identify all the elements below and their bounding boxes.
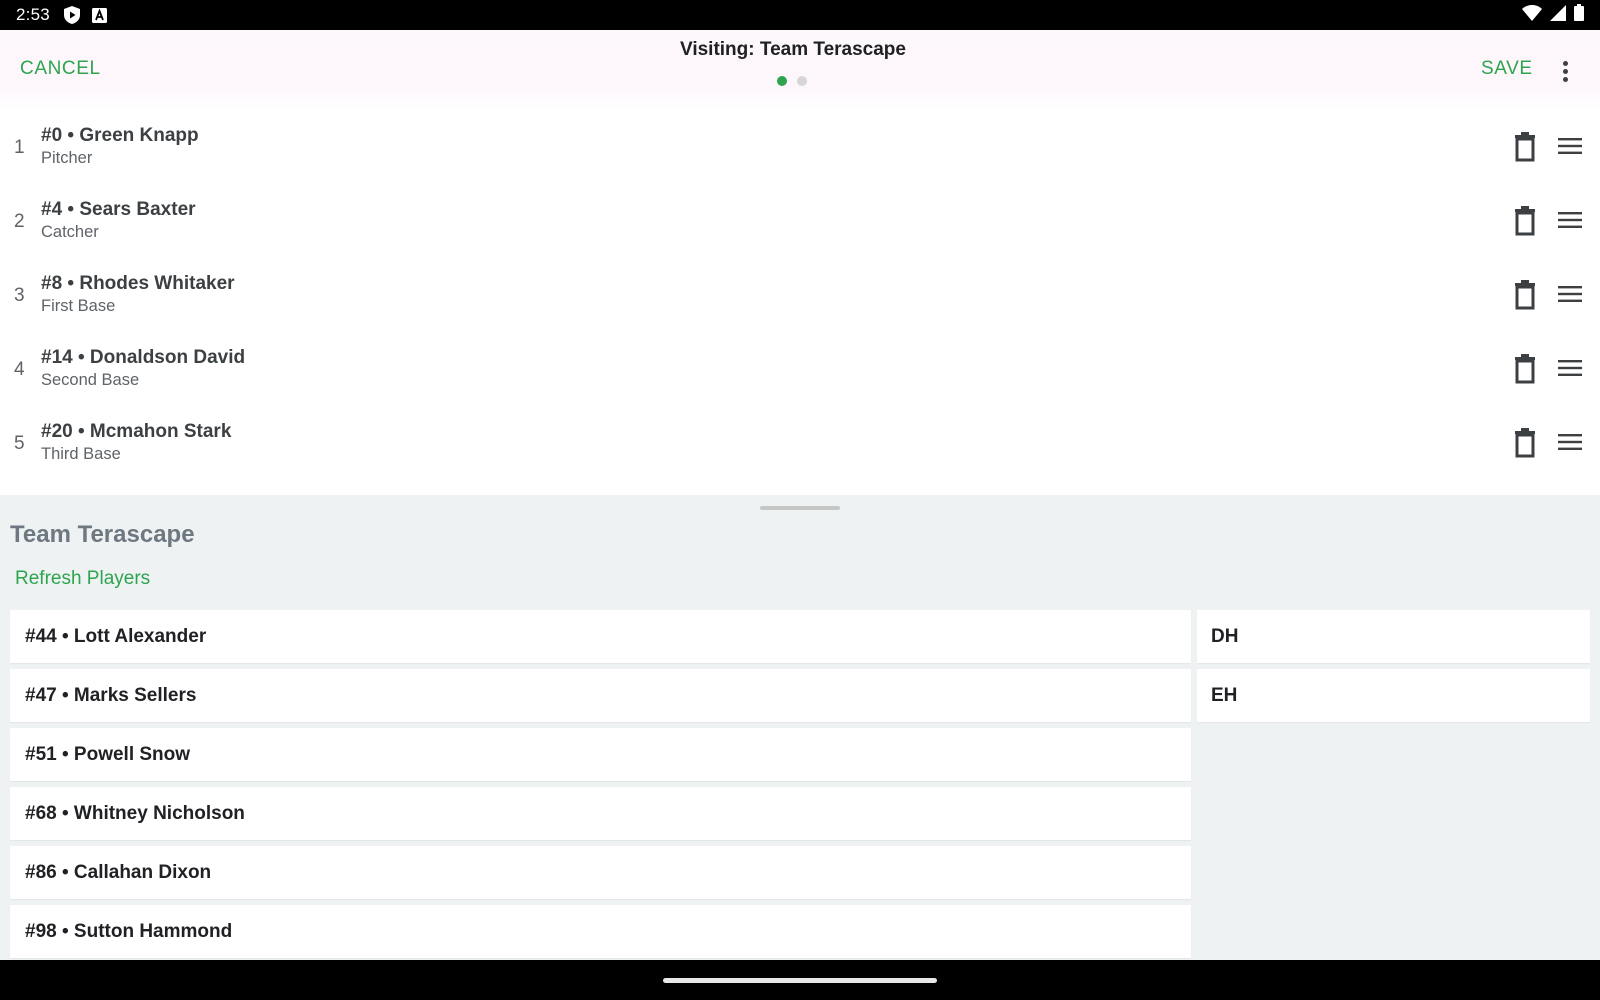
player-position: Pitcher — [41, 149, 93, 167]
player-name: #20 • Mcmahon Stark — [41, 421, 232, 442]
cancel-button[interactable]: CANCEL — [20, 58, 101, 80]
signal-icon — [1550, 4, 1566, 26]
status-bar: 2:53 — [0, 0, 1600, 30]
battery-icon — [1574, 4, 1584, 26]
shield-play-icon — [63, 6, 80, 24]
drag-handle-icon[interactable] — [1557, 430, 1583, 454]
player-position: Second Base — [41, 371, 140, 389]
lineup-row[interactable]: 4 #14 • Donaldson David Second Base — [0, 332, 1600, 406]
top-app-bar: CANCEL Visiting: Team Terascape SAVE — [0, 30, 1600, 110]
trash-icon[interactable] — [1512, 280, 1538, 310]
status-indicators — [1522, 4, 1584, 26]
bench-player-item[interactable]: #51 • Powell Snow — [10, 728, 1191, 781]
lineup-row[interactable]: 1 #0 • Green Knapp Pitcher — [0, 110, 1600, 184]
drag-handle-icon[interactable] — [1557, 134, 1583, 158]
batting-order-number: 5 — [14, 433, 25, 454]
save-button[interactable]: SAVE — [1481, 58, 1533, 80]
page-dot-1[interactable] — [777, 76, 787, 86]
batting-order-number: 4 — [14, 359, 25, 380]
trash-icon[interactable] — [1512, 132, 1538, 162]
drag-handle-icon[interactable] — [1557, 208, 1583, 232]
batting-order-number: 2 — [14, 211, 25, 232]
player-position: Catcher — [41, 223, 99, 241]
batting-lineup: 1 #0 • Green Knapp Pitcher 2 #4 • Sears … — [0, 110, 1600, 495]
page-title: Visiting: Team Terascape — [680, 39, 906, 60]
position-item[interactable]: EH — [1197, 669, 1590, 722]
lineup-row[interactable]: 2 #4 • Sears Baxter Catcher — [0, 184, 1600, 258]
position-item[interactable]: DH — [1197, 610, 1590, 663]
lineup-row[interactable]: 5 #20 • Mcmahon Stark Third Base — [0, 406, 1600, 480]
player-position: First Base — [41, 297, 116, 315]
trash-icon[interactable] — [1512, 354, 1538, 384]
batting-order-number: 3 — [14, 285, 25, 306]
player-name: #8 • Rhodes Whitaker — [41, 273, 235, 294]
player-name: #4 • Sears Baxter — [41, 199, 196, 220]
home-gesture-handle[interactable] — [663, 978, 937, 983]
status-time: 2:53 — [16, 5, 50, 24]
drag-handle-icon[interactable] — [1557, 282, 1583, 306]
trash-icon[interactable] — [1512, 428, 1538, 458]
bench-player-item[interactable]: #98 • Sutton Hammond — [10, 905, 1191, 958]
page-indicator — [777, 76, 807, 86]
lineup-row[interactable]: 3 #8 • Rhodes Whitaker First Base — [0, 258, 1600, 332]
refresh-players-button[interactable]: Refresh Players — [15, 568, 150, 590]
player-position: Third Base — [41, 445, 121, 463]
bench-player-list: #44 • Lott Alexander #47 • Marks Sellers… — [10, 610, 1191, 964]
drag-handle-icon[interactable] — [1557, 356, 1583, 380]
text-a-icon — [91, 7, 107, 23]
team-name: Team Terascape — [10, 521, 195, 548]
batting-order-number: 1 — [14, 137, 25, 158]
bench-player-item[interactable]: #68 • Whitney Nicholson — [10, 787, 1191, 840]
bench-player-item[interactable]: #44 • Lott Alexander — [10, 610, 1191, 663]
roster-bottom-sheet: Team Terascape Refresh Players #44 • Lot… — [0, 495, 1600, 960]
position-list: DH EH — [1197, 610, 1590, 728]
wifi-icon — [1522, 4, 1542, 26]
player-name: #0 • Green Knapp — [41, 125, 199, 146]
bench-player-item[interactable]: #86 • Callahan Dixon — [10, 846, 1191, 899]
page-dot-2[interactable] — [797, 76, 807, 86]
bench-player-item[interactable]: #47 • Marks Sellers — [10, 669, 1191, 722]
sheet-drag-handle[interactable] — [760, 506, 840, 510]
player-name: #14 • Donaldson David — [41, 347, 246, 368]
more-vert-icon[interactable] — [1556, 56, 1574, 86]
system-nav-bar — [0, 960, 1600, 1000]
trash-icon[interactable] — [1512, 206, 1538, 236]
